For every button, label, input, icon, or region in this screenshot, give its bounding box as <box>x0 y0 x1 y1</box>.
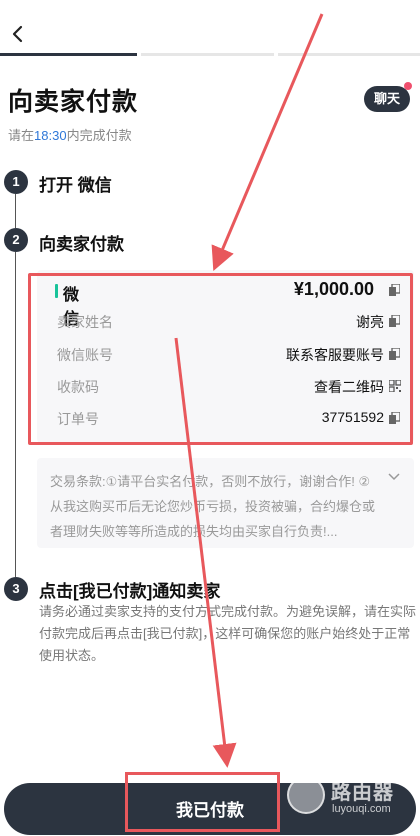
copy-icon[interactable] <box>389 412 400 424</box>
view-qr-link[interactable]: 查看二维码 <box>314 377 384 397</box>
step-title-2: 向卖家付款 <box>39 235 124 254</box>
watermark: 路由器 luyouqi.com <box>287 772 417 822</box>
step-badge-3: 3 <box>4 577 28 601</box>
row-value: 谢亮 <box>356 314 384 330</box>
deadline-text: 请在18:30内完成付款 <box>8 125 132 144</box>
row-label: 收款码 <box>57 379 99 395</box>
step-badge-1: 1 <box>4 170 28 194</box>
step-badge-2: 2 <box>4 228 28 252</box>
copy-icon[interactable] <box>389 315 400 327</box>
qr-code-icon[interactable] <box>389 380 401 392</box>
deadline-suffix: 内完成付款 <box>66 128 132 143</box>
watermark-url: luyouqi.com <box>332 803 391 815</box>
row-value: 37751592 <box>321 409 384 425</box>
trade-terms[interactable]: 交易条款:①请平台实名付款，否则不放行，谢谢合作! ②从我这购买币后无论您炒币亏… <box>37 458 414 548</box>
deadline-prefix: 请在 <box>8 128 35 143</box>
notification-dot <box>404 82 412 90</box>
row-label: 微信账号 <box>57 347 113 363</box>
info-row-order-number: 订单号 37751592 <box>37 409 414 429</box>
chat-button[interactable]: 聊天 <box>364 86 410 112</box>
page-title: 向卖家付款 <box>8 88 139 116</box>
payment-info-card: 微信 ¥1,000.00 卖家姓名 谢亮 微信账号 联系客服要账号 收款码 查看… <box>37 270 414 443</box>
deadline-time: 18:30 <box>34 128 67 143</box>
step-title-3: 点击[我已付款]通知卖家 <box>39 582 221 601</box>
step-3-description: 请务必通过卖家支持的支付方式完成付款。为避免误解，请在实际付款完成后再点击[我已… <box>39 604 417 663</box>
chevron-left-icon[interactable] <box>8 22 28 46</box>
top-bar <box>0 0 420 56</box>
watermark-text: 路由器 <box>331 782 394 804</box>
chevron-down-icon[interactable] <box>388 472 400 482</box>
router-logo-icon <box>287 776 325 814</box>
terms-text: 交易条款:①请平台实名付款，否则不放行，谢谢合作! ②从我这购买币后无论您炒币亏… <box>50 474 376 539</box>
copy-icon[interactable] <box>389 284 400 296</box>
row-label: 卖家姓名 <box>57 314 113 330</box>
progress-segment-2 <box>141 53 274 56</box>
info-row-qr-code[interactable]: 收款码 查看二维码 <box>37 377 414 397</box>
info-row-wechat-account: 微信账号 联系客服要账号 <box>37 345 414 365</box>
step-connector-1 <box>15 194 16 228</box>
payment-amount: ¥1,000.00 <box>293 279 374 299</box>
progress-segment-3 <box>278 53 420 56</box>
progress-segment-1 <box>0 53 137 56</box>
info-row-seller-name: 卖家姓名 谢亮 <box>37 312 414 332</box>
row-value: 联系客服要账号 <box>286 347 384 363</box>
step-connector-2 <box>15 252 16 577</box>
copy-icon[interactable] <box>389 348 400 360</box>
row-label: 订单号 <box>57 411 99 427</box>
step-title-1: 打开 微信 <box>39 176 112 195</box>
payment-method-accent <box>55 284 58 298</box>
